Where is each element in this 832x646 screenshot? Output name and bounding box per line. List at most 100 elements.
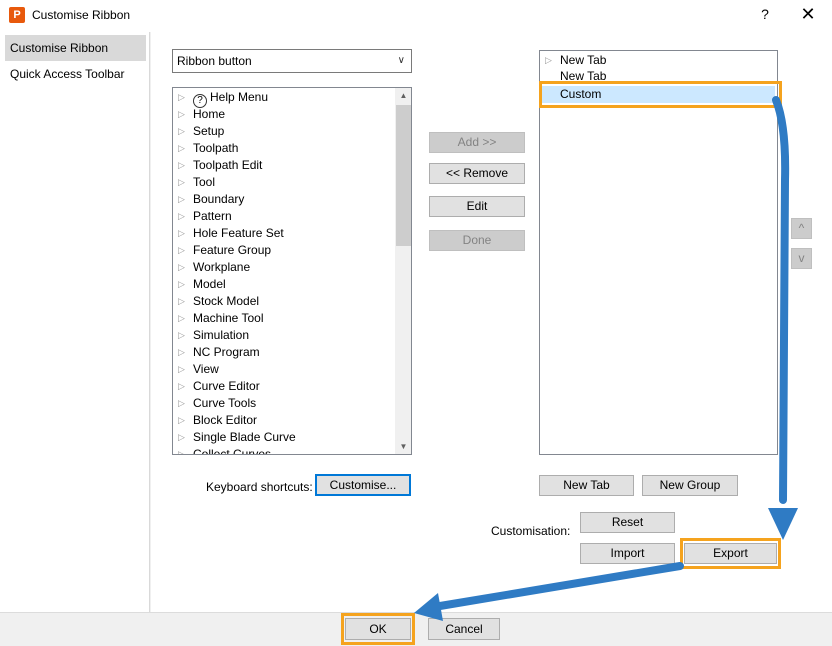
source-list-item[interactable]: ▷ Curve Tools	[173, 395, 393, 412]
expand-triangle-icon: ▷	[178, 177, 185, 187]
item-text: Boundary	[193, 192, 245, 206]
reset-button[interactable]: Reset	[580, 512, 675, 533]
cancel-button[interactable]: Cancel	[428, 618, 500, 640]
source-list-item[interactable]: ▷ Boundary	[173, 191, 393, 208]
item-text: NC Program	[193, 345, 260, 359]
source-list-item-label: Stock Model	[193, 293, 259, 310]
source-list-item-label: Curve Editor	[193, 378, 260, 395]
source-list-item-label: Feature Group	[193, 242, 271, 259]
tree-item-custom[interactable]: Custom	[542, 86, 775, 103]
source-list-item[interactable]: ▷ Stock Model	[173, 293, 393, 310]
source-list-item-label: Collect Curves	[193, 446, 272, 455]
export-button[interactable]: Export	[684, 543, 777, 564]
item-text: Block Editor	[193, 413, 258, 427]
source-list-item[interactable]: ▷ Feature Group	[173, 242, 393, 259]
expand-triangle-icon: ▷	[178, 245, 185, 255]
item-text: Curve Editor	[193, 379, 260, 393]
source-list-item-label: NC Program	[193, 344, 260, 361]
scrollbar-thumb[interactable]	[396, 105, 411, 246]
item-text: Feature Group	[193, 243, 272, 257]
add-button[interactable]: Add >>	[429, 132, 525, 153]
source-list-item[interactable]: ▷? Help Menu	[173, 89, 393, 108]
dialog-footer	[0, 612, 832, 646]
source-list-item[interactable]: ▷ Model	[173, 276, 393, 293]
expand-triangle-icon: ▷	[178, 228, 185, 238]
expand-triangle-icon: ▷	[178, 330, 185, 340]
source-list-item[interactable]: ▷ Machine Tool	[173, 310, 393, 327]
ribbon-tab-tree[interactable]: ▷ New Tab New Tab Custom	[539, 50, 778, 455]
item-text: Pattern	[193, 209, 232, 223]
source-list-scrollbar[interactable]: ▲ ▼	[395, 88, 411, 454]
customise-shortcuts-button[interactable]: Customise...	[315, 474, 411, 496]
source-list-item[interactable]: ▷ Home	[173, 106, 393, 123]
expand-triangle-icon: ▷	[545, 55, 552, 65]
help-button[interactable]: ?	[757, 6, 773, 22]
ok-button[interactable]: OK	[345, 618, 411, 640]
source-list-item[interactable]: ▷ Simulation	[173, 327, 393, 344]
scroll-down-arrow-icon[interactable]: ▼	[396, 439, 411, 454]
command-category-dropdown[interactable]: Ribbon button ∨	[172, 49, 412, 73]
source-list-item[interactable]: ▷ Curve Editor	[173, 378, 393, 395]
source-list-item[interactable]: ▷ Toolpath	[173, 140, 393, 157]
source-list-item[interactable]: ▷ NC Program	[173, 344, 393, 361]
expand-triangle-icon: ▷	[178, 279, 185, 289]
new-group-button[interactable]: New Group	[642, 475, 738, 496]
source-list-item[interactable]: ▷ Hole Feature Set	[173, 225, 393, 242]
source-list-item[interactable]: ▷ Workplane	[173, 259, 393, 276]
source-list-item-label: View	[193, 361, 219, 378]
source-list-item-label: Single Blade Curve	[193, 429, 296, 446]
source-list-item[interactable]: ▷ Toolpath Edit	[173, 157, 393, 174]
item-text: Workplane	[193, 260, 251, 274]
customisation-label: Customisation:	[491, 524, 571, 538]
expand-triangle-icon: ▷	[178, 449, 185, 455]
item-text: Help Menu	[210, 90, 269, 104]
item-text: Tool	[193, 175, 216, 189]
move-down-button[interactable]: v	[791, 248, 812, 269]
item-text: Simulation	[193, 328, 250, 342]
source-list-item[interactable]: ▷ Block Editor	[173, 412, 393, 429]
move-up-button[interactable]: ^	[791, 218, 812, 239]
expand-triangle-icon: ▷	[178, 109, 185, 119]
scroll-up-arrow-icon[interactable]: ▲	[396, 88, 411, 103]
source-list-item[interactable]: ▷ Pattern	[173, 208, 393, 225]
item-text: Toolpath Edit	[193, 158, 263, 172]
tree-item-new-tab-2[interactable]: New Tab	[540, 68, 777, 85]
item-text: Setup	[193, 124, 225, 138]
item-text: Curve Tools	[193, 396, 257, 410]
source-list-item[interactable]: ▷ Collect Curves	[173, 446, 393, 455]
dropdown-value: Ribbon button	[177, 54, 252, 68]
source-list-item[interactable]: ▷ Tool	[173, 174, 393, 191]
expand-triangle-icon: ▷	[178, 381, 185, 391]
import-button[interactable]: Import	[580, 543, 675, 564]
source-list-item-label: Setup	[193, 123, 224, 140]
source-list-item[interactable]: ▷ View	[173, 361, 393, 378]
source-list-item-label: Toolpath	[193, 140, 238, 157]
source-list-item-label: Pattern	[193, 208, 232, 225]
tree-item-new-tab-1[interactable]: ▷ New Tab	[540, 52, 777, 69]
source-list-item-label: Model	[193, 276, 226, 293]
source-list-item-label: Home	[193, 106, 225, 123]
expand-triangle-icon: ▷	[178, 398, 185, 408]
source-list-item[interactable]: ▷ Single Blade Curve	[173, 429, 393, 446]
sidebar-item-customise-ribbon[interactable]: Customise Ribbon	[5, 35, 146, 61]
close-button[interactable]: ✕	[798, 4, 818, 25]
expand-triangle-icon: ▷	[178, 211, 185, 221]
source-list-item-label: Simulation	[193, 327, 249, 344]
done-button[interactable]: Done	[429, 230, 525, 251]
source-command-list[interactable]: ▷? Help Menu ▷ Home ▷ Setup ▷ Toolpath ▷ Toolpath…	[172, 87, 412, 455]
expand-triangle-icon: ▷	[178, 313, 185, 323]
new-tab-button[interactable]: New Tab	[539, 475, 634, 496]
sidebar-item-quick-access-toolbar[interactable]: Quick Access Toolbar	[5, 61, 146, 87]
item-text: Collect Curves	[193, 447, 272, 455]
item-text: Toolpath	[193, 141, 239, 155]
edit-button[interactable]: Edit	[429, 196, 525, 217]
sidebar: Customise Ribbon Quick Access Toolbar	[0, 32, 150, 612]
source-list-item-label: Toolpath Edit	[193, 157, 262, 174]
remove-button[interactable]: << Remove	[429, 163, 525, 184]
title-bar: P Customise Ribbon ? ✕	[0, 0, 832, 32]
source-list-item[interactable]: ▷ Setup	[173, 123, 393, 140]
item-text: Single Blade Curve	[193, 430, 296, 444]
expand-triangle-icon: ▷	[178, 347, 185, 357]
expand-triangle-icon: ▷	[178, 194, 185, 204]
expand-triangle-icon: ▷	[178, 160, 185, 170]
